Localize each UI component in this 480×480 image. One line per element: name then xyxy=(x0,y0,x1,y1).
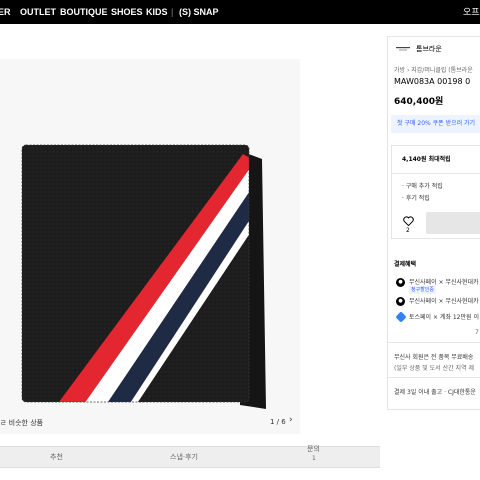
nav-item-partial[interactable]: ER xyxy=(0,0,11,24)
more-benefits-count[interactable]: 7 xyxy=(475,329,479,336)
detail-tab-bar: 추천 스냅·후기 문의 1 xyxy=(0,445,380,468)
divider xyxy=(388,342,480,343)
toss-pay-icon xyxy=(395,311,407,323)
payment-benefit-2[interactable]: 무신사페이 × 무신사현대카 xyxy=(409,296,479,305)
first-purchase-coupon-banner[interactable]: 첫 구매 20% 쿠폰 받으러 가기 xyxy=(391,115,480,133)
nav-item-kids[interactable]: KIDS xyxy=(146,0,168,24)
free-shipping-note: 무신사 회원은 전 품목 무료배송 xyxy=(394,354,474,361)
product-image-area[interactable] xyxy=(0,59,300,434)
similar-products-link[interactable]: ㄹ 비슷한 상품 xyxy=(0,418,43,428)
like-count: 2 xyxy=(406,227,410,234)
product-info-panel: 톰브라운 가방 › 지갑/머니클립 (톰브라운 MAW083A 00198 0 … xyxy=(387,36,480,410)
tab-snap-review[interactable]: 스냅·후기 xyxy=(170,447,198,467)
pager-next-icon[interactable]: › xyxy=(289,415,293,425)
product-title: MAW083A 00198 0 xyxy=(394,77,471,86)
tab-inquiry-count: 1 xyxy=(312,455,316,462)
nav-separator: | xyxy=(171,7,174,17)
nav-item-boutique[interactable]: BOUTIQUE xyxy=(60,0,108,24)
delivery-info: 결제 3일 이내 출고 · CJ대한통운 xyxy=(394,389,476,396)
nav-item-offline[interactable]: 오프 xyxy=(463,0,480,24)
product-image xyxy=(21,144,266,409)
payment-benefit-3[interactable]: 토스페이 × 계좌 12만원 이 xyxy=(409,312,479,321)
add-to-cart-button[interactable] xyxy=(426,212,480,234)
brand-name[interactable]: 톰브라운 xyxy=(416,44,442,54)
points-line-extra: · 구매 추가 적립 xyxy=(402,183,443,190)
musinsa-pay-icon: ● xyxy=(396,278,405,287)
payment-benefit-1[interactable]: 무신사페이 × 무신사현대카 xyxy=(409,277,479,286)
brand-logo-icon xyxy=(396,47,410,51)
nav-item-outlet[interactable]: OUTLET xyxy=(20,0,56,24)
payment-benefits-title: 결제혜택 xyxy=(394,261,417,268)
image-pager: 1 / 6 xyxy=(270,418,286,426)
max-points: 4,140원 최대적립 xyxy=(402,156,451,163)
divider xyxy=(392,173,480,174)
divider xyxy=(388,377,480,378)
free-shipping-exceptions: (일부 상품 및 도서 산간 지역 제 xyxy=(394,365,475,372)
nav-item-shoes[interactable]: SHOES xyxy=(111,0,143,24)
musinsa-pay-icon-2: ● xyxy=(396,297,405,306)
product-gallery-panel: ㄹ 비슷한 상품 1 / 6 › 추천 스냅·후기 문의 1 xyxy=(0,24,380,480)
billing-discount-badge: 청구할인중 xyxy=(409,286,437,294)
nav-item-snap[interactable]: (S) SNAP xyxy=(179,0,219,24)
top-nav-bar: ER OUTLET BOUTIQUE SHOES KIDS | (S) SNAP… xyxy=(0,0,480,24)
points-line-review: · 후기 적립 xyxy=(402,195,430,202)
breadcrumb[interactable]: 가방 › 지갑/머니클립 (톰브라운 xyxy=(394,65,473,74)
heart-icon[interactable] xyxy=(403,216,414,226)
product-price: 640,400원 xyxy=(394,97,444,107)
tab-recommend[interactable]: 추천 xyxy=(50,447,63,467)
